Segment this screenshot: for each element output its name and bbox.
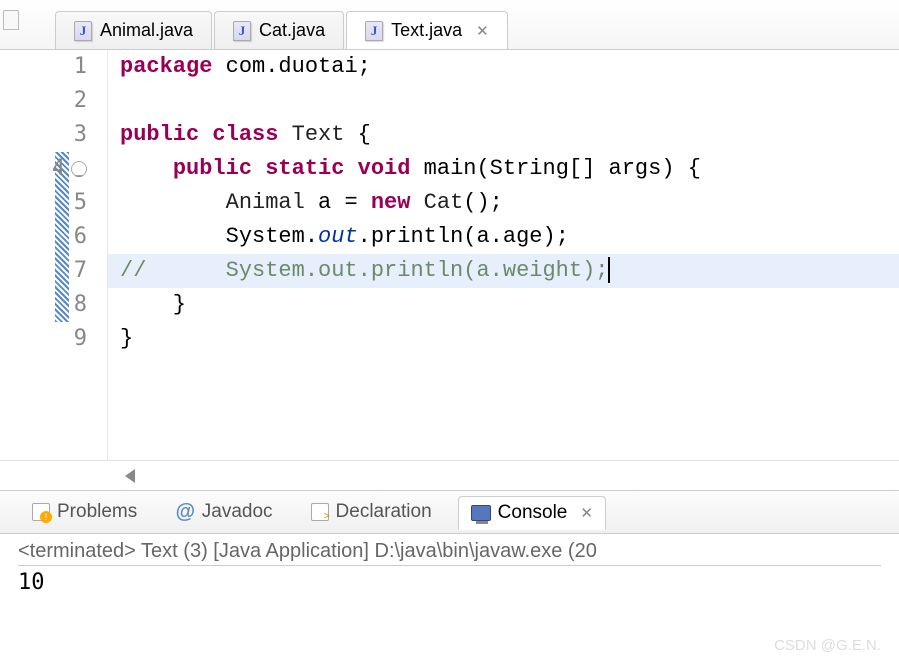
console-status: <terminated> Text (3) [Java Application]… bbox=[18, 540, 881, 566]
tab-declaration[interactable]: Declaration bbox=[299, 496, 444, 528]
line-number: 4 bbox=[0, 152, 87, 186]
tab-javadoc[interactable]: @ Javadoc bbox=[163, 496, 284, 529]
tab-label: Console bbox=[498, 502, 568, 524]
console-view: <terminated> Text (3) [Java Application]… bbox=[0, 534, 899, 601]
line-number: 7 bbox=[0, 254, 87, 288]
tab-label: Javadoc bbox=[202, 501, 273, 523]
fold-collapse-icon[interactable] bbox=[71, 161, 87, 177]
code-editor[interactable]: package com.duotai; public class Text { … bbox=[108, 50, 899, 460]
console-output: 10 bbox=[18, 570, 881, 595]
line-number: 2 bbox=[0, 84, 87, 118]
code-line: public static void main(String[] args) { bbox=[108, 152, 899, 186]
code-line: package com.duotai; bbox=[108, 50, 899, 84]
java-file-icon: J bbox=[74, 21, 92, 41]
close-icon[interactable]: ✕ bbox=[476, 22, 489, 40]
line-number: 1 bbox=[0, 50, 87, 84]
watermark: CSDN @G.E.N. bbox=[774, 637, 881, 654]
tab-animal-java[interactable]: J Animal.java bbox=[55, 11, 212, 49]
console-icon bbox=[471, 505, 491, 521]
line-number: 5 bbox=[0, 186, 87, 220]
code-line: } bbox=[108, 288, 899, 322]
code-line bbox=[108, 84, 899, 118]
code-line: } bbox=[108, 322, 899, 356]
line-number: 8 bbox=[0, 288, 87, 322]
editor-left-icon bbox=[3, 10, 19, 30]
line-number: 3 bbox=[0, 118, 87, 152]
java-file-icon: J bbox=[365, 21, 383, 41]
code-line: // System.out.println(a.weight); bbox=[108, 254, 899, 288]
java-file-icon: J bbox=[233, 21, 251, 41]
editor-tab-bar: J Animal.java J Cat.java J Text.java ✕ bbox=[0, 0, 899, 50]
code-line: public class Text { bbox=[108, 118, 899, 152]
scroll-left-icon[interactable] bbox=[125, 469, 135, 483]
horizontal-scrollbar[interactable] bbox=[0, 460, 899, 490]
tab-label: Text.java bbox=[391, 20, 462, 41]
line-number: 6 bbox=[0, 220, 87, 254]
problems-icon bbox=[32, 503, 50, 521]
editor-area: 1 2 3 4 5 6 7 8 9 package com.duotai; pu… bbox=[0, 50, 899, 460]
line-number: 9 bbox=[0, 322, 87, 356]
tab-cat-java[interactable]: J Cat.java bbox=[214, 11, 344, 49]
tab-problems[interactable]: Problems bbox=[20, 496, 149, 528]
javadoc-icon: @ bbox=[175, 501, 195, 524]
tab-label: Declaration bbox=[336, 501, 432, 523]
tab-console[interactable]: Console ✕ bbox=[458, 496, 606, 530]
tab-text-java[interactable]: J Text.java ✕ bbox=[346, 11, 508, 49]
tab-label: Problems bbox=[57, 501, 137, 523]
close-icon[interactable]: ✕ bbox=[580, 504, 593, 522]
declaration-icon bbox=[311, 503, 329, 521]
tab-label: Cat.java bbox=[259, 20, 325, 41]
view-tab-bar: Problems @ Javadoc Declaration Console ✕ bbox=[0, 490, 899, 534]
text-cursor bbox=[608, 257, 610, 283]
code-line: Animal a = new Cat(); bbox=[108, 186, 899, 220]
gutter: 1 2 3 4 5 6 7 8 9 bbox=[0, 50, 108, 460]
code-line: System.out.println(a.age); bbox=[108, 220, 899, 254]
tab-label: Animal.java bbox=[100, 20, 193, 41]
